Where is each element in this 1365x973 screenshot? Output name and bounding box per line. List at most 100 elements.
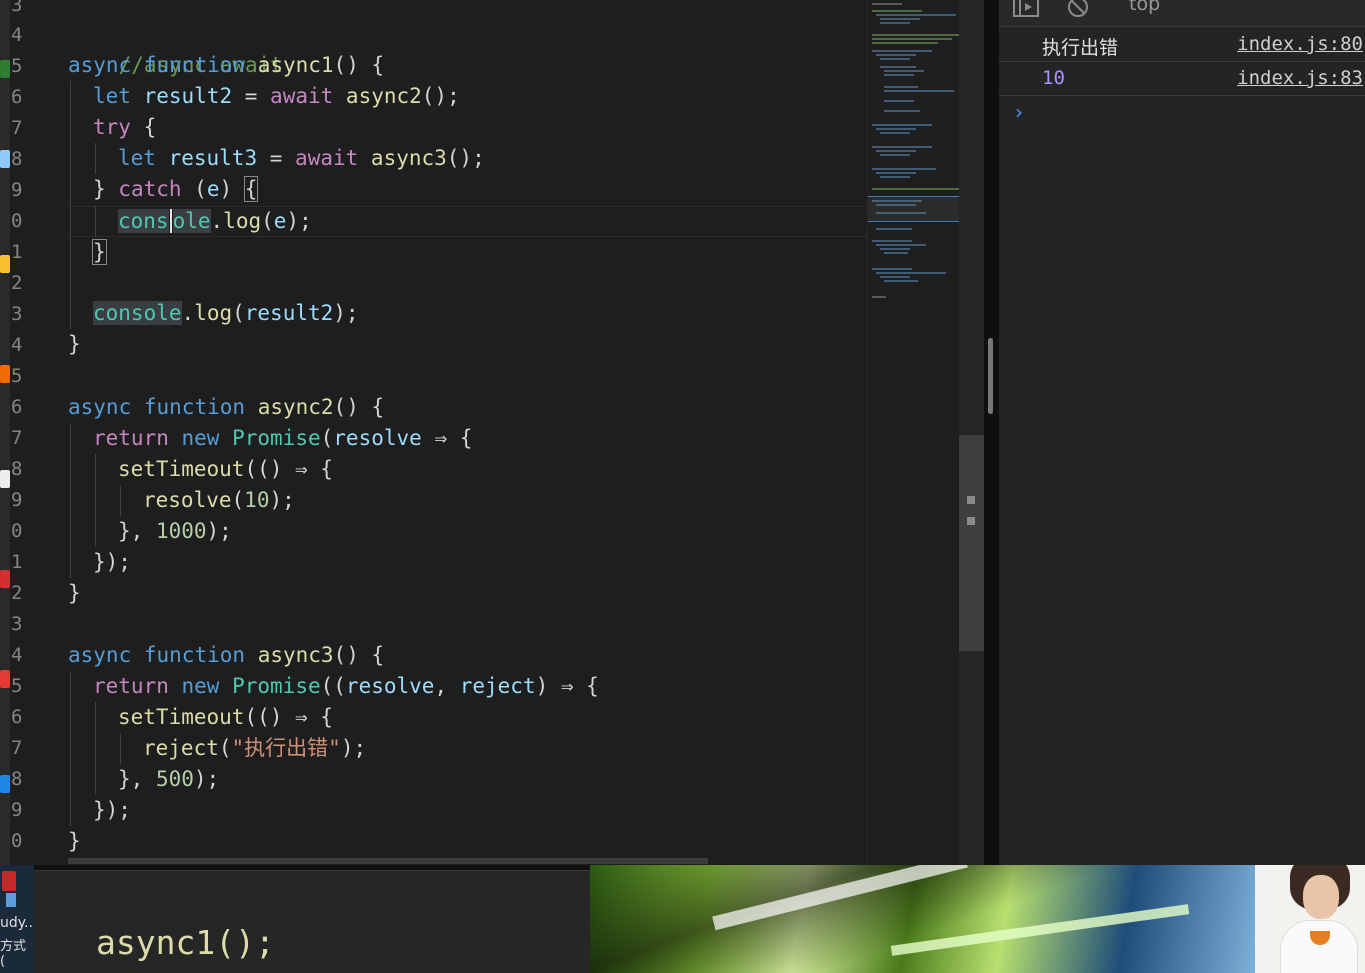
indent-guide: [95, 454, 96, 547]
punctuation: (: [261, 209, 274, 233]
taskbar-app-icon[interactable]: [6, 893, 16, 907]
parameter: resolve: [345, 674, 435, 698]
punctuation: ⇒ {: [421, 426, 473, 450]
taskbar-label[interactable]: udy..: [0, 915, 33, 931]
function-call: setTimeout: [118, 705, 245, 729]
minimap-viewport[interactable]: [868, 196, 959, 222]
punctuation: );: [206, 519, 232, 543]
punctuation: ();: [421, 84, 460, 108]
line-number: 0: [11, 830, 23, 852]
line-number: 6: [11, 706, 23, 728]
keyword: new: [181, 426, 220, 450]
indent-guide: [95, 702, 96, 795]
line-number: 3: [11, 613, 23, 635]
line-number: 9: [11, 179, 23, 201]
context-selector[interactable]: top: [1129, 0, 1160, 15]
log-message: 执行出错: [1042, 37, 1119, 59]
bottom-region: udy.. 方式 ( async1();: [0, 865, 1365, 973]
punctuation: );: [340, 736, 367, 760]
object: cons: [118, 209, 169, 233]
desktop-icon[interactable]: [0, 255, 10, 273]
function-name: async1: [257, 53, 334, 77]
play-pause-icon[interactable]: [1013, 0, 1039, 23]
function-name: async3: [257, 643, 334, 667]
keyword: new: [181, 674, 220, 698]
taskbar-label[interactable]: 方式 (: [0, 935, 34, 969]
indent-guide: [70, 671, 71, 826]
function-call: async2: [345, 84, 422, 108]
number: 500: [155, 767, 194, 791]
code-line: }, 500);: [118, 764, 219, 795]
zoomed-code-text: async1();: [96, 923, 275, 962]
person-shirt: [1280, 920, 1358, 973]
desktop-icon[interactable]: [0, 60, 10, 78]
line-number: 4: [11, 334, 23, 356]
punctuation: });: [93, 798, 131, 822]
line-number: 3: [11, 0, 23, 16]
indent-guide: [70, 81, 71, 329]
keyword: catch: [118, 177, 182, 201]
webcam-feed: [1270, 865, 1365, 973]
log-source-link[interactable]: index.js:83: [1237, 67, 1363, 89]
line-number: 5: [11, 55, 23, 77]
code-line: console.log(result2);: [93, 298, 359, 329]
scrollbar-thumb[interactable]: [959, 435, 984, 651]
object: ole: [172, 209, 211, 233]
prompt-chevron-icon[interactable]: ›: [1015, 100, 1023, 124]
punctuation: }: [93, 177, 119, 201]
log-source-link[interactable]: index.js:80: [1237, 33, 1363, 55]
desktop-icon[interactable]: [0, 775, 10, 793]
console-log-row: 执行出错 index.js:80: [999, 28, 1365, 62]
code-line: let result3 = await async3();: [118, 143, 485, 174]
desktop-icon[interactable]: [0, 150, 10, 168]
line-number: 3: [11, 303, 23, 325]
code-line: async function async2() {: [68, 392, 384, 423]
line-number: 0: [11, 520, 23, 542]
keyword: async: [68, 643, 132, 667]
desktop-icon[interactable]: [0, 570, 10, 588]
punctuation: () {: [333, 53, 385, 77]
indent-guide: [95, 143, 96, 174]
console-toolbar: top: [999, 0, 1365, 27]
punctuation: ((: [320, 674, 346, 698]
minimap[interactable]: [867, 0, 959, 865]
scroll-marker: [967, 517, 975, 525]
splitter-handle[interactable]: [988, 338, 993, 414]
keyword: let: [93, 84, 131, 108]
code-line: });: [93, 547, 131, 578]
panel-splitter[interactable]: [984, 0, 999, 865]
code-line: setTimeout(() ⇒ {: [118, 702, 333, 733]
class-name: Promise: [232, 426, 321, 450]
indent-guide: [70, 423, 71, 578]
vertical-scrollbar[interactable]: [959, 0, 984, 865]
punctuation: },: [118, 519, 156, 543]
taskbar-app-icon[interactable]: [2, 871, 16, 891]
desktop-icon[interactable]: [0, 670, 10, 688]
desktop-icon-strip: [0, 0, 10, 865]
keyword: let: [118, 146, 156, 170]
variable: e: [273, 209, 287, 233]
clear-console-icon[interactable]: [1065, 0, 1091, 23]
punctuation: }: [68, 332, 81, 356]
desktop-icon[interactable]: [0, 470, 10, 488]
desktop-icon[interactable]: [0, 365, 10, 383]
code-editor[interactable]: //async await async function async1() { …: [26, 0, 867, 865]
object: console: [93, 301, 182, 325]
line-number: 4: [11, 644, 23, 666]
keyword: return: [93, 426, 169, 450]
line-number: 5: [11, 675, 23, 697]
wallpaper-streak: [712, 865, 968, 931]
punctuation: () {: [333, 643, 385, 667]
line-number: 9: [11, 799, 23, 821]
operator: =: [232, 84, 271, 108]
line-number: 8: [11, 458, 23, 480]
punctuation: );: [269, 488, 295, 512]
punctuation: },: [118, 767, 156, 791]
class-name: Promise: [232, 674, 321, 698]
string: "执行出错": [231, 736, 341, 760]
punctuation: }: [68, 829, 81, 853]
punctuation: (: [320, 426, 334, 450]
line-number: 9: [11, 489, 23, 511]
punctuation: (: [181, 177, 207, 201]
horizontal-scrollbar[interactable]: [68, 858, 708, 864]
